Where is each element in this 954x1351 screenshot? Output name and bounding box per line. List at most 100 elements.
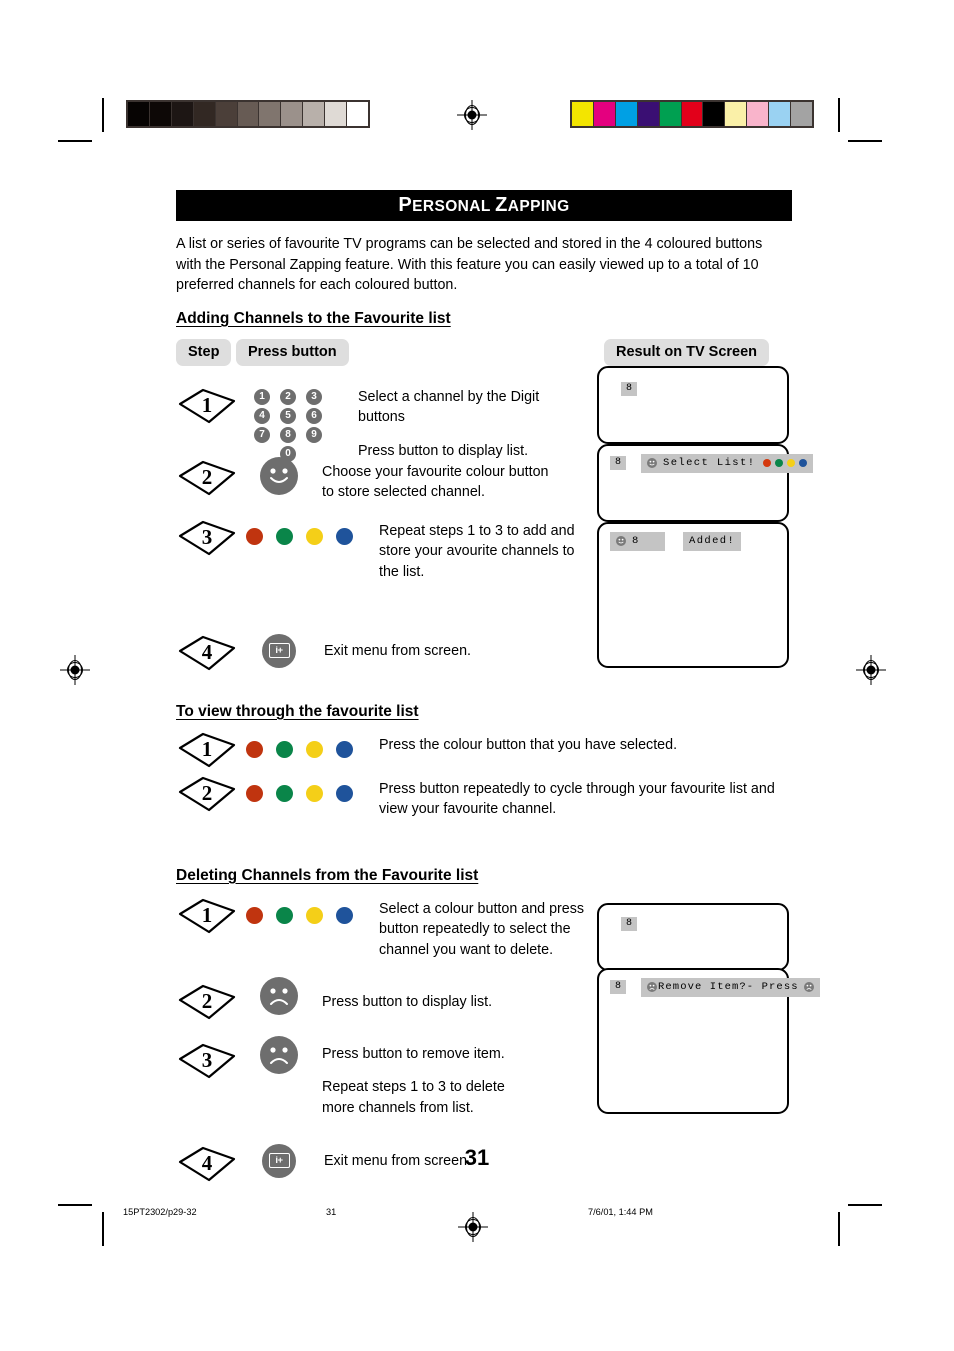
red-button[interactable] bbox=[246, 906, 263, 924]
colour-swatch-7 bbox=[725, 102, 748, 126]
green-button[interactable] bbox=[276, 906, 293, 924]
step-description-line: Press button to display list. bbox=[322, 993, 493, 1010]
greyscale-swatch-7 bbox=[281, 102, 304, 126]
step-description-line: Select a channel by the Digit buttons bbox=[358, 388, 540, 426]
step-number: 2 bbox=[201, 465, 213, 490]
digit-key-2[interactable]: 2 bbox=[280, 388, 296, 405]
tv-screen-adding-2: 8 Select List! bbox=[597, 444, 814, 522]
smiley-icon bbox=[616, 536, 626, 547]
osd-blue-dot bbox=[799, 459, 808, 468]
green-button[interactable] bbox=[276, 527, 293, 545]
step-number-badge: 2 bbox=[176, 983, 238, 1021]
digit-key-6[interactable]: 6 bbox=[306, 407, 322, 424]
page-title: PERSONAL ZAPPING bbox=[176, 190, 792, 221]
greyscale-swatch-9 bbox=[325, 102, 348, 126]
greyscale-swatch-4 bbox=[215, 102, 238, 126]
digit-key-3[interactable]: 3 bbox=[306, 388, 322, 405]
green-button[interactable] bbox=[276, 740, 293, 758]
step-description: Press button to display list. bbox=[322, 992, 552, 1012]
step-number-badge: 3 bbox=[176, 1042, 238, 1080]
digit-key-5[interactable]: 5 bbox=[280, 407, 296, 424]
footer-file-reference: 15PT2302/p29-32 bbox=[123, 1207, 197, 1217]
step-row: 3 Repeat steps 1 to 3 to add and store y… bbox=[176, 519, 591, 582]
digit-key-9[interactable]: 9 bbox=[306, 426, 322, 443]
step-number: 1 bbox=[201, 393, 213, 418]
step-description-line: Exit menu from screen. bbox=[324, 642, 471, 659]
colour-swatch-3 bbox=[637, 102, 660, 126]
frowny-icon bbox=[803, 982, 814, 993]
step-number-badge: 2 bbox=[176, 775, 238, 813]
step-description: Select a channel by the Digit buttons Pr… bbox=[358, 387, 568, 461]
yellow-button[interactable] bbox=[306, 740, 323, 758]
osd-channel-number: 8 bbox=[610, 456, 627, 470]
greyscale-swatch-0 bbox=[128, 102, 150, 126]
step-description: Select a colour button and press button … bbox=[379, 899, 597, 960]
step-row: 2 Choose your favourite colour button to… bbox=[176, 456, 552, 503]
registration-mark-right bbox=[856, 655, 886, 685]
info-exit-button[interactable]: i+ bbox=[262, 633, 296, 668]
digit-key-4[interactable]: 4 bbox=[254, 407, 270, 424]
greyscale-swatch-8 bbox=[303, 102, 326, 126]
tv-screen-adding-3: 8 Added! bbox=[597, 522, 789, 668]
keypad-row: 7 8 9 bbox=[254, 426, 332, 443]
step-description: Press button to remove item. Repeat step… bbox=[322, 1044, 540, 1118]
step-number: 2 bbox=[201, 989, 213, 1014]
step-number-badge: 2 bbox=[176, 459, 238, 497]
colour-button-row bbox=[246, 784, 353, 802]
step-row: 3 Press button to remove item. Repeat st… bbox=[176, 1035, 540, 1118]
colour-swatch-4 bbox=[659, 102, 682, 126]
greyscale-swatch-2 bbox=[171, 102, 194, 126]
digit-key-8[interactable]: 8 bbox=[280, 426, 296, 443]
smiley-face-button[interactable] bbox=[260, 456, 298, 495]
step-row: 1 Select a colour button and press butto… bbox=[176, 897, 597, 960]
frowny-face-button[interactable] bbox=[260, 1035, 298, 1074]
greyscale-swatch-6 bbox=[259, 102, 282, 126]
steps-viewing: 1 Press the colour button that you have … bbox=[176, 731, 792, 839]
step-description-line: Press button to remove item. bbox=[322, 1045, 505, 1062]
red-button[interactable] bbox=[246, 527, 263, 545]
step-number: 4 bbox=[201, 640, 213, 665]
colour-button-row bbox=[246, 527, 353, 545]
blue-button[interactable] bbox=[336, 784, 353, 802]
step-description-line: Choose your favourite colour button to s… bbox=[322, 463, 549, 501]
crop-line-left-lower bbox=[58, 1204, 92, 1206]
crop-line-right-upper bbox=[848, 140, 882, 142]
greyscale-swatch-10 bbox=[347, 102, 368, 126]
step-row: 1 Press the colour button that you have … bbox=[176, 731, 779, 769]
colour-swatch-5 bbox=[681, 102, 704, 126]
yellow-button[interactable] bbox=[306, 527, 323, 545]
colour-swatch-6 bbox=[703, 102, 726, 126]
yellow-button[interactable] bbox=[306, 784, 323, 802]
column-header-result: Result on TV Screen bbox=[604, 338, 770, 366]
column-header-step: Step bbox=[176, 338, 232, 366]
footer-page-number: 31 bbox=[326, 1207, 337, 1217]
yellow-button[interactable] bbox=[306, 906, 323, 924]
tv-screen-deleting-2: 8 Remove Item?- Press bbox=[597, 968, 820, 1114]
red-button[interactable] bbox=[246, 740, 263, 758]
step-description: Exit menu from screen. bbox=[324, 641, 554, 661]
blue-button[interactable] bbox=[336, 527, 353, 545]
section-heading-deleting: Deleting Channels from the Favourite lis… bbox=[176, 866, 479, 884]
step-number-badge: 1 bbox=[176, 731, 238, 769]
greyscale-swatch-1 bbox=[149, 102, 172, 126]
digit-key-7[interactable]: 7 bbox=[254, 426, 270, 443]
step-number: 3 bbox=[201, 525, 213, 550]
registration-mark-left bbox=[60, 655, 90, 685]
osd-green-dot bbox=[775, 459, 784, 468]
digit-keypad[interactable]: 1 2 3 4 5 6 7 8 9 0 bbox=[254, 388, 332, 465]
osd-channel-number: 8 bbox=[610, 980, 627, 994]
step-description-line: Repeat steps 1 to 3 to add and store you… bbox=[379, 522, 575, 580]
green-button[interactable] bbox=[276, 784, 293, 802]
blue-button[interactable] bbox=[336, 740, 353, 758]
keypad-row: 1 2 3 bbox=[254, 388, 332, 405]
red-button[interactable] bbox=[246, 784, 263, 802]
frowny-face-button[interactable] bbox=[260, 976, 298, 1015]
step-description-line: Press button repeatedly to cycle through… bbox=[379, 780, 775, 818]
step-row: 1 1 2 3 4 5 6 7 8 9 0 Select a channel b… bbox=[176, 387, 568, 465]
greyscale-calibration-bar bbox=[126, 100, 370, 128]
smiley-icon bbox=[647, 458, 657, 469]
column-header-press-button: Press button bbox=[236, 338, 349, 366]
info-icon: i+ bbox=[268, 643, 290, 659]
digit-key-1[interactable]: 1 bbox=[254, 388, 270, 405]
blue-button[interactable] bbox=[336, 906, 353, 924]
